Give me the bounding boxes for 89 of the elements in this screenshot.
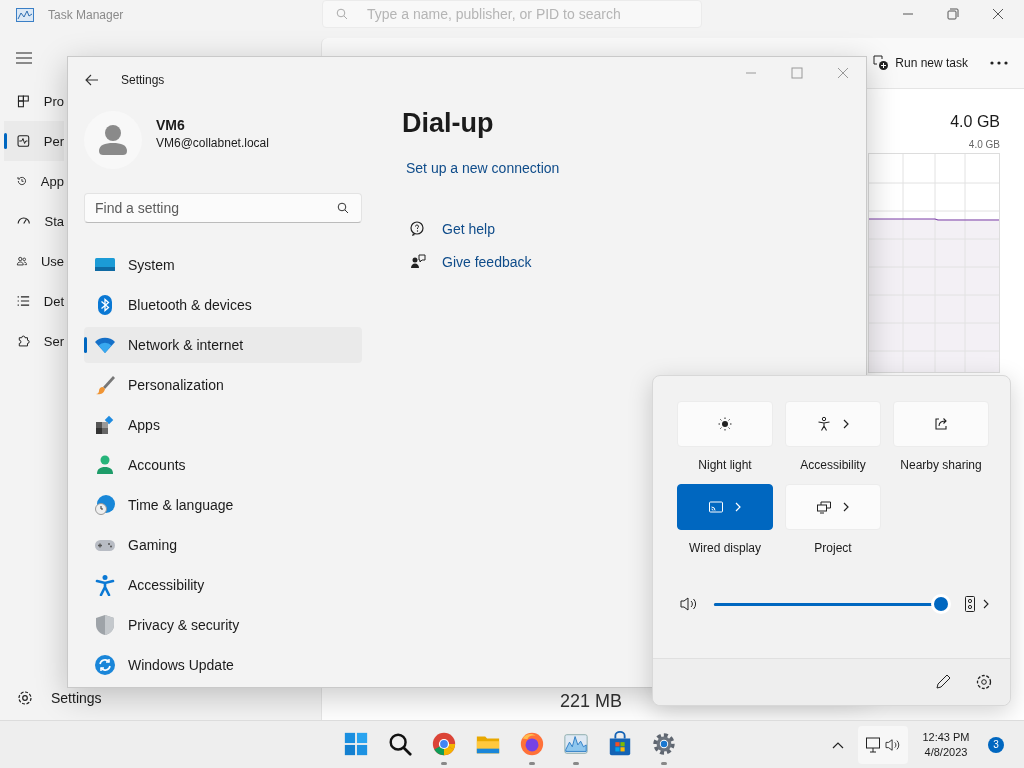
nav-item[interactable]: Det (4, 281, 64, 321)
chrome-icon (431, 731, 457, 757)
tile-label: Night light (698, 458, 752, 472)
get-help-link[interactable]: Get help (442, 221, 495, 237)
chart-window-icon (16, 8, 34, 22)
nav-item[interactable]: App (4, 161, 64, 201)
nav-item[interactable]: System (84, 247, 362, 283)
speaker-device-icon[interactable] (965, 596, 975, 612)
gear-icon (651, 731, 677, 757)
pencil-icon[interactable] (935, 674, 951, 690)
shield-icon (94, 614, 116, 636)
screens-icon (816, 499, 832, 515)
search-icon (336, 8, 348, 20)
search-icon (387, 731, 413, 757)
brightness-icon (717, 416, 733, 432)
tile-label: Project (814, 541, 852, 555)
nav-item[interactable]: Settings (4, 689, 204, 707)
clock-time: 12:43 PM (922, 731, 970, 743)
nav-item[interactable]: Gaming (84, 527, 362, 563)
network-volume-button[interactable] (858, 725, 908, 764)
memory-in-use: 221 MB (560, 691, 623, 712)
person-icon (94, 454, 116, 476)
nav-item[interactable]: Network & internet (84, 327, 362, 363)
page-title: Dial-up (402, 108, 495, 139)
user-name: VM6 (156, 116, 186, 133)
notification-badge[interactable]: 3 (988, 736, 1004, 753)
grid-icon (16, 92, 31, 110)
brush-icon (94, 374, 116, 396)
nav-item[interactable]: Windows Update (84, 647, 362, 683)
speaker-icon (884, 737, 901, 752)
search-icon (337, 202, 349, 214)
memory-total: 4.0 GB (950, 113, 1000, 131)
pulse-icon (16, 132, 31, 150)
tile-label: Accessibility (800, 458, 866, 472)
store-icon (607, 731, 633, 757)
globe-clock-icon (94, 494, 116, 516)
chevron-icon (734, 501, 742, 513)
nav-item[interactable]: Apps (84, 407, 362, 443)
nav-item[interactable]: Ser (4, 321, 64, 361)
maximize-icon[interactable] (791, 67, 803, 79)
nav-item[interactable]: Use (4, 241, 64, 281)
speaker-icon (680, 596, 698, 612)
help-chat-icon (410, 221, 426, 237)
nav-item[interactable]: Accounts (84, 447, 362, 483)
tile-label: Nearby sharing (900, 458, 982, 472)
windows-icon (343, 731, 369, 757)
nav-item[interactable]: Accessibility (84, 567, 362, 603)
cast-icon (708, 499, 724, 515)
search-field[interactable]: Type a name, publisher, or PID to search (322, 0, 702, 28)
memory-max-label: 4.0 GB (968, 139, 1000, 150)
nav-item[interactable]: Privacy & security (84, 607, 362, 643)
feedback-icon (410, 254, 426, 270)
close-icon[interactable] (992, 8, 1004, 20)
chevron-icon (842, 418, 850, 430)
accessibility-icon (94, 574, 116, 596)
chevron-icon[interactable] (982, 598, 990, 610)
chart-window-icon (563, 731, 589, 757)
nav-item[interactable]: Bluetooth & devices (84, 287, 362, 323)
tile-label: Wired display (689, 541, 761, 555)
back-arrow-icon[interactable] (85, 74, 99, 86)
clock[interactable]: 12:43 PM 4/8/2023 (918, 731, 974, 758)
settings-icon (16, 689, 34, 707)
toggle-tile[interactable] (677, 484, 773, 530)
accessibility-icon (816, 416, 832, 432)
chevron-icon (842, 501, 850, 513)
chevron-up-icon[interactable] (832, 740, 844, 749)
nav-item[interactable]: Per (4, 121, 64, 161)
run-new-task-button[interactable]: Run new task (871, 49, 970, 77)
setup-connection-link[interactable]: Set up a new connection (406, 160, 866, 176)
nav-item[interactable]: Time & language (84, 487, 362, 523)
window-title: Settings (121, 73, 165, 87)
more-icon[interactable] (990, 61, 1008, 65)
window-title: Task Manager (48, 8, 124, 22)
apps-icon (94, 414, 116, 436)
settings-icon[interactable] (975, 673, 993, 691)
user-email: VM6@collabnet.local (156, 135, 269, 150)
nav-item[interactable]: Pro (4, 81, 64, 121)
run-task-icon (873, 55, 890, 71)
puzzle-icon (16, 332, 31, 350)
give-feedback-link[interactable]: Give feedback (442, 254, 532, 270)
search-field[interactable]: Find a setting (84, 193, 362, 223)
nav-item[interactable]: Personalization (84, 367, 362, 403)
restore-icon[interactable] (947, 8, 959, 20)
share-icon (933, 416, 949, 432)
nav-item[interactable]: Sta (4, 201, 64, 241)
clock-date: 4/8/2023 (924, 746, 968, 758)
firefox-icon (519, 731, 545, 757)
menu-icon[interactable] (16, 52, 32, 64)
sync-icon (94, 654, 116, 676)
